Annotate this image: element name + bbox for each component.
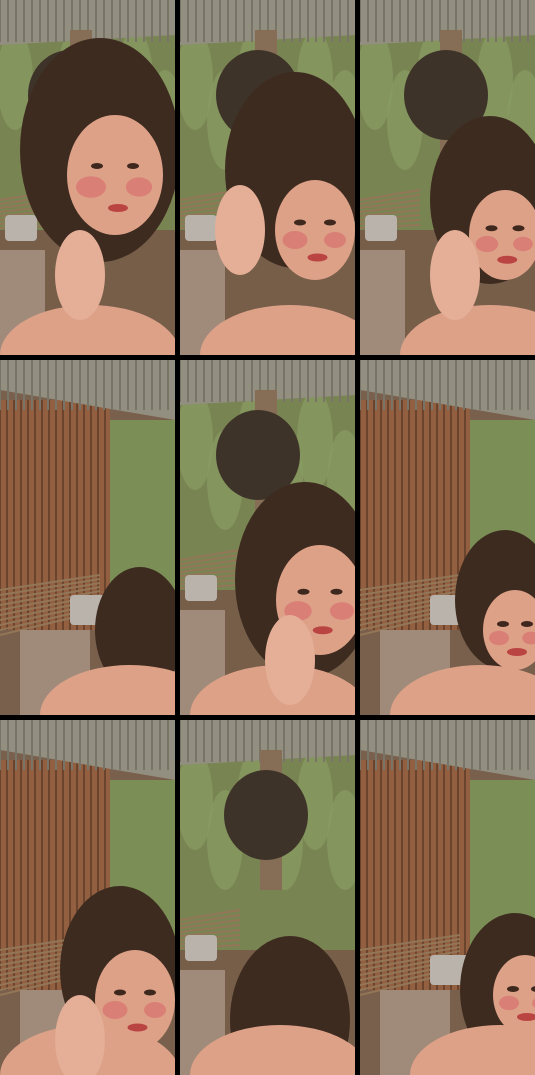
warm-filter xyxy=(0,0,175,355)
photo-corrugated-shed xyxy=(360,720,535,1075)
photo-outdoor-kitchen xyxy=(360,0,535,355)
warm-filter xyxy=(360,720,535,1075)
photo-outdoor-kitchen xyxy=(0,0,175,355)
warm-filter xyxy=(180,0,355,355)
photo-tile-4-woman-from-behind xyxy=(0,360,175,715)
photo-tile-3-woman-hand-near-face xyxy=(360,0,535,355)
photo-outdoor-kitchen xyxy=(180,360,355,715)
warm-filter xyxy=(360,360,535,715)
photo-tile-5-woman-hand-on-cheek xyxy=(180,360,355,715)
photo-corrugated-shed xyxy=(0,360,175,715)
photo-tile-8-woman-hair-only xyxy=(180,720,355,1075)
warm-filter xyxy=(180,720,355,1075)
photo-outdoor-kitchen xyxy=(180,720,355,1075)
photo-tile-6-woman-looking-down xyxy=(360,360,535,715)
warm-filter xyxy=(0,360,175,715)
photo-tile-2-woman-hand-in-hair xyxy=(180,0,355,355)
warm-filter xyxy=(360,0,535,355)
photo-corrugated-shed xyxy=(0,720,175,1075)
photo-collage xyxy=(0,0,535,1075)
warm-filter xyxy=(0,720,175,1075)
photo-corrugated-shed xyxy=(360,360,535,715)
photo-tile-1-woman-face-closeup xyxy=(0,0,175,355)
photo-outdoor-kitchen xyxy=(180,0,355,355)
photo-tile-9-woman-partial-face xyxy=(360,720,535,1075)
photo-tile-7-woman-hand-on-chin xyxy=(0,720,175,1075)
warm-filter xyxy=(180,360,355,715)
